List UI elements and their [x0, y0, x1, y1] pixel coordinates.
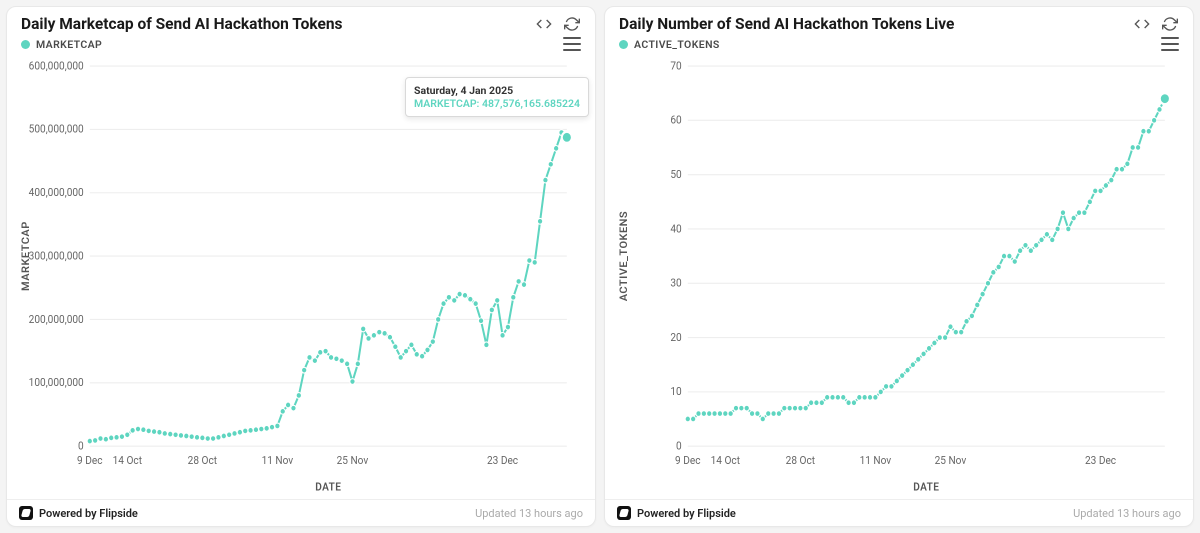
svg-text:DATE: DATE: [315, 480, 341, 494]
flipside-logo-icon: [19, 506, 33, 520]
card-actions: [535, 15, 581, 33]
card-footer: Powered by Flipside Updated 13 hours ago: [7, 499, 595, 526]
updated-text: Updated 13 hours ago: [1073, 507, 1181, 520]
line-chart-marketcap: 0 100,000,000 200,000,000 300,000,000 400,00…: [15, 55, 581, 497]
svg-text:25 Nov: 25 Nov: [935, 453, 967, 467]
svg-text:14 Oct: 14 Oct: [113, 453, 143, 467]
svg-text:23 Dec: 23 Dec: [487, 453, 519, 467]
svg-text:200,000,000: 200,000,000: [29, 312, 84, 326]
card-header: Daily Number of Send AI Hackathon Tokens…: [605, 7, 1193, 35]
brand-text: Powered by Flipside: [39, 507, 138, 520]
svg-text:600,000,000: 600,000,000: [29, 59, 84, 73]
card-footer: Powered by Flipside Updated 13 hours ago: [605, 499, 1193, 526]
svg-text:20: 20: [670, 330, 681, 344]
card-title: Daily Marketcap of Send AI Hackathon Tok…: [21, 15, 342, 33]
code-icon[interactable]: [535, 15, 553, 33]
svg-text:500,000,000: 500,000,000: [29, 122, 84, 136]
svg-text:11 Nov: 11 Nov: [262, 453, 294, 467]
legend-dot-icon: [21, 40, 30, 49]
card-actions: [1133, 15, 1179, 33]
legend-dot-icon: [619, 40, 628, 49]
svg-text:14 Oct: 14 Oct: [711, 453, 741, 467]
svg-text:60: 60: [670, 113, 681, 127]
svg-text:DATE: DATE: [913, 480, 939, 494]
brand-text: Powered by Flipside: [637, 507, 736, 520]
chart-menu-icon[interactable]: [563, 37, 581, 51]
svg-text:100,000,000: 100,000,000: [29, 376, 84, 390]
flipside-logo-icon: [617, 506, 631, 520]
chart-area-left[interactable]: 0 100,000,000 200,000,000 300,000,000 400,00…: [7, 51, 595, 499]
legend-row: MARKETCAP: [7, 35, 595, 51]
card-title: Daily Number of Send AI Hackathon Tokens…: [619, 15, 954, 33]
svg-text:400,000,000: 400,000,000: [29, 186, 84, 200]
svg-text:50: 50: [670, 168, 681, 182]
svg-text:0: 0: [78, 439, 84, 453]
svg-text:300,000,000: 300,000,000: [29, 249, 84, 263]
updated-text: Updated 13 hours ago: [475, 507, 583, 520]
legend-label: MARKETCAP: [36, 38, 102, 51]
svg-text:9 Dec: 9 Dec: [77, 453, 103, 467]
code-icon[interactable]: [1133, 15, 1151, 33]
svg-text:23 Dec: 23 Dec: [1085, 453, 1117, 467]
chart-area-right[interactable]: 0 10 20 30 40 50 60 70 14 Oct 28 Oct 11 Nov 25 Nov 9…: [605, 51, 1193, 499]
chart-menu-icon[interactable]: [1161, 37, 1179, 51]
card-active-tokens: Daily Number of Send AI Hackathon Tokens…: [604, 6, 1194, 527]
svg-text:9 Dec: 9 Dec: [675, 453, 701, 467]
svg-text:25 Nov: 25 Nov: [337, 453, 369, 467]
svg-text:28 Oct: 28 Oct: [786, 453, 816, 467]
svg-text:MARKETCAP: MARKETCAP: [20, 221, 32, 291]
legend-label: ACTIVE_TOKENS: [634, 38, 720, 51]
dashboard-row: Daily Marketcap of Send AI Hackathon Tok…: [0, 0, 1200, 533]
svg-text:0: 0: [676, 439, 682, 453]
svg-text:ACTIVE_TOKENS: ACTIVE_TOKENS: [618, 211, 630, 302]
legend-row: ACTIVE_TOKENS: [605, 35, 1193, 51]
svg-text:28 Oct: 28 Oct: [188, 453, 218, 467]
legend-active-tokens[interactable]: ACTIVE_TOKENS: [619, 38, 720, 51]
refresh-icon[interactable]: [1161, 15, 1179, 33]
line-chart-active-tokens: 0 10 20 30 40 50 60 70 14 Oct 28 Oct 11 Nov 25 Nov 9…: [613, 55, 1179, 497]
svg-text:70: 70: [670, 59, 681, 73]
svg-text:30: 30: [670, 276, 681, 290]
card-header: Daily Marketcap of Send AI Hackathon Tok…: [7, 7, 595, 35]
svg-text:11 Nov: 11 Nov: [860, 453, 892, 467]
refresh-icon[interactable]: [563, 15, 581, 33]
card-marketcap: Daily Marketcap of Send AI Hackathon Tok…: [6, 6, 596, 527]
legend-marketcap[interactable]: MARKETCAP: [21, 38, 102, 51]
powered-by[interactable]: Powered by Flipside: [19, 506, 138, 520]
svg-text:40: 40: [670, 222, 681, 236]
svg-text:10: 10: [670, 385, 681, 399]
powered-by[interactable]: Powered by Flipside: [617, 506, 736, 520]
